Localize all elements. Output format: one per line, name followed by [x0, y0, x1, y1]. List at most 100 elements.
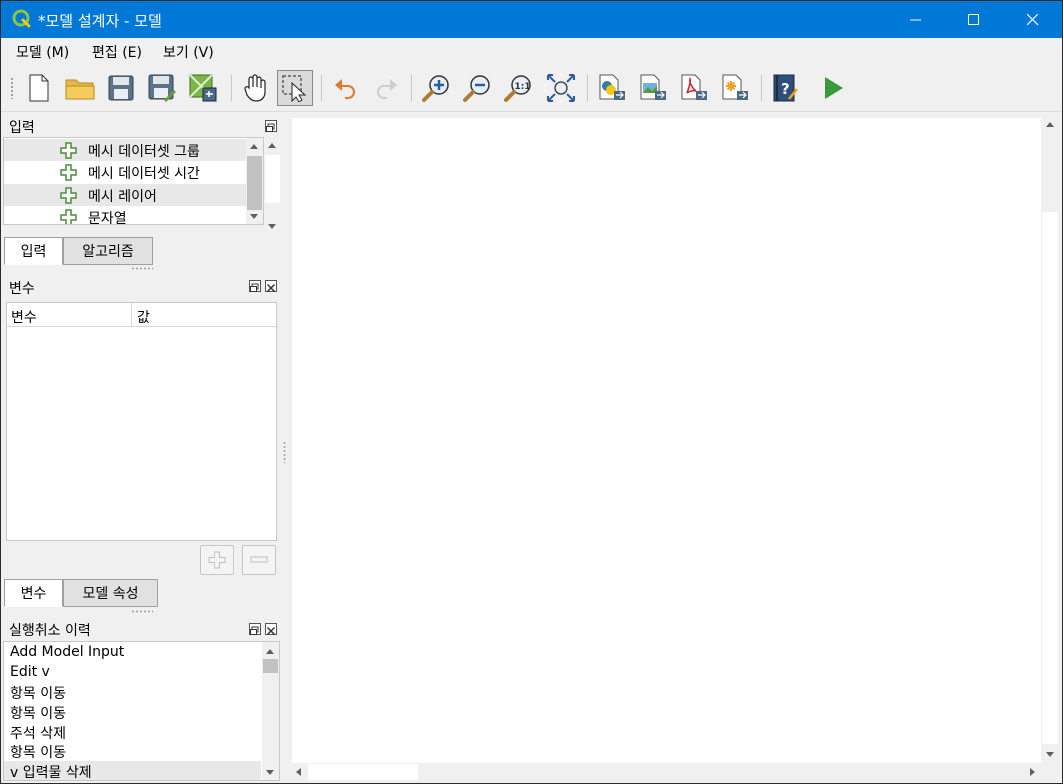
- close-button[interactable]: [1008, 1, 1058, 38]
- float-panel-button[interactable]: [249, 280, 261, 292]
- scroll-thumb[interactable]: [308, 764, 418, 780]
- title-bar[interactable]: *모델 설계자 - 모델: [1, 1, 1062, 38]
- save-to-project-button[interactable]: [185, 70, 221, 106]
- export-pdf-button[interactable]: [676, 70, 712, 106]
- close-icon: [266, 626, 276, 636]
- menu-edit[interactable]: 편집 (E): [92, 42, 142, 62]
- svg-text:1:1: 1:1: [515, 82, 531, 92]
- save-to-project-icon: [189, 74, 217, 102]
- zoom-actual-button[interactable]: 1:1: [500, 70, 536, 106]
- scroll-down-icon[interactable]: [1046, 752, 1054, 757]
- scroll-left-icon[interactable]: [296, 768, 301, 776]
- add-variable-button[interactable]: [200, 545, 234, 575]
- scroll-down-icon[interactable]: [250, 214, 258, 219]
- column-divider[interactable]: [131, 303, 132, 327]
- scroll-up-icon[interactable]: [1046, 122, 1054, 127]
- scroll-down-icon[interactable]: [266, 770, 274, 775]
- scroll-up-icon[interactable]: [268, 143, 276, 148]
- scroll-up-icon[interactable]: [266, 649, 274, 654]
- history-item[interactable]: 항목 이동: [10, 703, 66, 723]
- tab-variables[interactable]: 변수: [4, 579, 63, 607]
- list-item[interactable]: 메시 데이터셋 그룹: [4, 139, 263, 161]
- canvas-vertical-scrollbar[interactable]: [1041, 114, 1059, 765]
- toolbar: 1:1 ?: [1, 63, 1062, 112]
- scroll-right-icon[interactable]: [1030, 768, 1035, 776]
- float-panel-button[interactable]: [249, 623, 261, 635]
- scroll-thumb[interactable]: [263, 659, 278, 673]
- list-item-label: 메시 레이어: [88, 189, 157, 205]
- undo-icon: [335, 79, 355, 99]
- help-button[interactable]: ?: [767, 70, 803, 106]
- add-input-icon: [60, 142, 77, 159]
- history-item[interactable]: Edit v: [10, 664, 50, 680]
- history-item[interactable]: 항목 이동: [10, 683, 66, 703]
- maximize-icon: [968, 13, 979, 25]
- history-selected-row[interactable]: v 입력물 삭제: [4, 761, 261, 780]
- menu-model[interactable]: 모델 (M): [16, 42, 69, 62]
- open-model-button[interactable]: [62, 70, 98, 106]
- close-icon: [1027, 13, 1039, 25]
- splitter-handle[interactable]: [131, 267, 153, 270]
- variables-table: 변수 값: [6, 302, 277, 541]
- menu-bar: 모델 (M) 편집 (E) 보기 (V): [1, 38, 1062, 63]
- tab-algorithms[interactable]: 알고리즘: [63, 237, 153, 265]
- save-model-button[interactable]: [103, 70, 139, 106]
- list-item[interactable]: 문자열: [4, 206, 263, 224]
- tab-inputs[interactable]: 입력: [4, 237, 63, 265]
- history-item[interactable]: 주석 삭제: [10, 723, 66, 743]
- history-scrollbar[interactable]: [262, 642, 279, 780]
- close-panel-button[interactable]: [265, 280, 277, 293]
- menu-view[interactable]: 보기 (V): [163, 42, 214, 62]
- splitter-handle[interactable]: [131, 610, 153, 613]
- column-header-variable[interactable]: 변수: [11, 307, 37, 327]
- zoom-full-icon: [547, 74, 575, 102]
- zoom-in-button[interactable]: [418, 70, 454, 106]
- scroll-thumb[interactable]: [265, 155, 280, 203]
- history-item[interactable]: Add Model Input: [10, 644, 124, 660]
- export-svg-button[interactable]: [717, 70, 753, 106]
- export-image-icon: [640, 74, 666, 100]
- select-button[interactable]: [277, 70, 313, 106]
- column-header-value[interactable]: 값: [137, 307, 150, 327]
- scroll-up-icon[interactable]: [250, 144, 258, 149]
- run-model-button[interactable]: [815, 70, 851, 106]
- maximize-button[interactable]: [949, 1, 999, 38]
- tab-model-properties[interactable]: 모델 속성: [63, 579, 158, 607]
- list-item[interactable]: 메시 레이어: [4, 184, 263, 206]
- list-item[interactable]: 메시 데이터셋 시간: [4, 161, 263, 183]
- svg-text:?: ?: [781, 80, 790, 98]
- new-model-button[interactable]: [21, 70, 57, 106]
- float-panel-button[interactable]: [265, 120, 277, 132]
- inputs-panel-title: 입력: [9, 120, 35, 136]
- canvas-horizontal-scrollbar[interactable]: [290, 763, 1041, 781]
- scroll-thumb[interactable]: [247, 156, 262, 210]
- scroll-down-icon[interactable]: [268, 224, 276, 229]
- list-item-label: 메시 데이터셋 시간: [88, 166, 200, 182]
- pan-button[interactable]: [237, 70, 273, 106]
- zoom-full-button[interactable]: [543, 70, 579, 106]
- model-canvas[interactable]: [292, 118, 1041, 763]
- float-icon: [266, 123, 275, 132]
- panel-splitter-handle[interactable]: [283, 441, 286, 463]
- minimize-button[interactable]: [891, 1, 941, 38]
- export-image-button[interactable]: [635, 70, 671, 106]
- history-panel-title: 실행취소 이력: [9, 623, 91, 639]
- history-list: Add Model Input Edit v 항목 이동 항목 이동 주석 삭제…: [3, 641, 280, 781]
- save-model-as-button[interactable]: [144, 70, 180, 106]
- redo-button[interactable]: [368, 70, 404, 106]
- inputs-scrollbar[interactable]: [246, 138, 263, 224]
- remove-variable-button[interactable]: [242, 545, 276, 575]
- history-item[interactable]: 항목 이동: [10, 742, 66, 762]
- select-icon: [282, 75, 307, 102]
- undo-button[interactable]: [328, 70, 364, 106]
- toolbar-grip[interactable]: [10, 77, 14, 99]
- new-model-icon: [29, 74, 49, 102]
- pan-icon: [244, 74, 266, 102]
- inputs-outer-scrollbar[interactable]: [264, 137, 281, 235]
- export-python-button[interactable]: [594, 70, 630, 106]
- zoom-out-button[interactable]: [459, 70, 495, 106]
- float-icon: [250, 626, 259, 635]
- redo-icon: [377, 79, 397, 99]
- scroll-thumb[interactable]: [1042, 212, 1058, 744]
- close-panel-button[interactable]: [265, 623, 277, 636]
